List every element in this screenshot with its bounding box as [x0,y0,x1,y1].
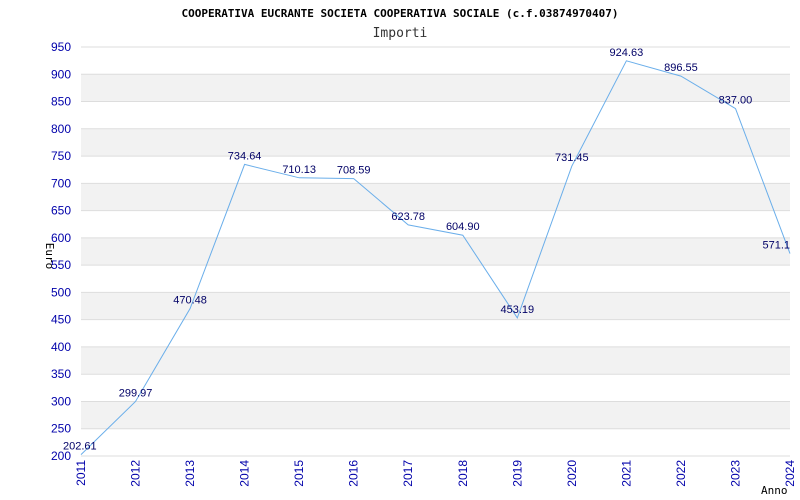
x-tick-label: 2021 [619,460,633,487]
data-label: 731.45 [555,152,589,164]
data-label: 710.13 [282,164,316,176]
x-tick-label: 2022 [674,460,688,487]
grid-band [81,183,790,211]
data-label: 837.00 [719,95,753,107]
x-axis-label: Anno [761,484,788,497]
data-label: 299.97 [119,387,153,399]
data-label: 623.78 [391,211,425,223]
x-tick-label: 2020 [565,460,579,487]
y-tick-label: 800 [51,122,71,136]
y-tick-label: 450 [51,313,71,327]
data-label: 896.55 [664,62,698,74]
data-label: 470.48 [173,294,207,306]
x-tick-label: 2024 [783,460,797,487]
data-label: 708.59 [337,165,371,177]
grid-band [81,74,790,102]
x-tick-label: 2012 [129,460,143,487]
y-tick-label: 700 [51,176,71,190]
data-label: 734.64 [228,150,262,162]
x-axis-ticks: 2011 2012 2013 2014 2015 2016 2017 2018 2019 2020… [74,460,797,487]
grid-band [81,346,790,375]
x-tick-label: 2015 [292,460,306,487]
line-chart: COOPERATIVA EUCRANTE SOCIETA COOPERATIVA… [43,7,797,497]
x-tick-label: 2023 [728,460,742,487]
y-tick-label: 500 [51,285,71,299]
x-tick-label: 2014 [238,460,252,487]
y-tick-label: 900 [51,67,71,81]
x-tick-label: 2013 [183,460,197,487]
x-tick-label: 2018 [456,460,470,487]
y-tick-label: 850 [51,95,71,109]
grid-band [81,128,790,157]
grid-band [81,237,790,266]
data-label: 604.90 [446,221,480,233]
x-tick-label: 2019 [510,460,524,487]
data-label: 453.19 [500,304,534,316]
data-label: 202.61 [63,441,97,453]
x-tick-label: 2011 [74,460,88,486]
data-label: 571.1 [762,240,790,252]
y-axis-label: Euro [43,243,56,270]
x-tick-label: 2016 [347,460,361,487]
chart-subtitle: Importi [373,26,428,41]
grid-bands [81,74,790,429]
x-tick-label: 2017 [401,460,415,487]
y-tick-label: 350 [51,367,71,381]
y-tick-label: 400 [51,340,71,354]
chart-title: COOPERATIVA EUCRANTE SOCIETA COOPERATIVA… [181,7,618,20]
y-tick-label: 300 [51,394,71,408]
grid-band [81,401,790,429]
data-label: 924.63 [610,47,644,59]
y-tick-label: 650 [51,204,71,218]
y-tick-label: 250 [51,422,71,436]
y-tick-label: 950 [51,40,71,54]
y-tick-label: 750 [51,149,71,163]
